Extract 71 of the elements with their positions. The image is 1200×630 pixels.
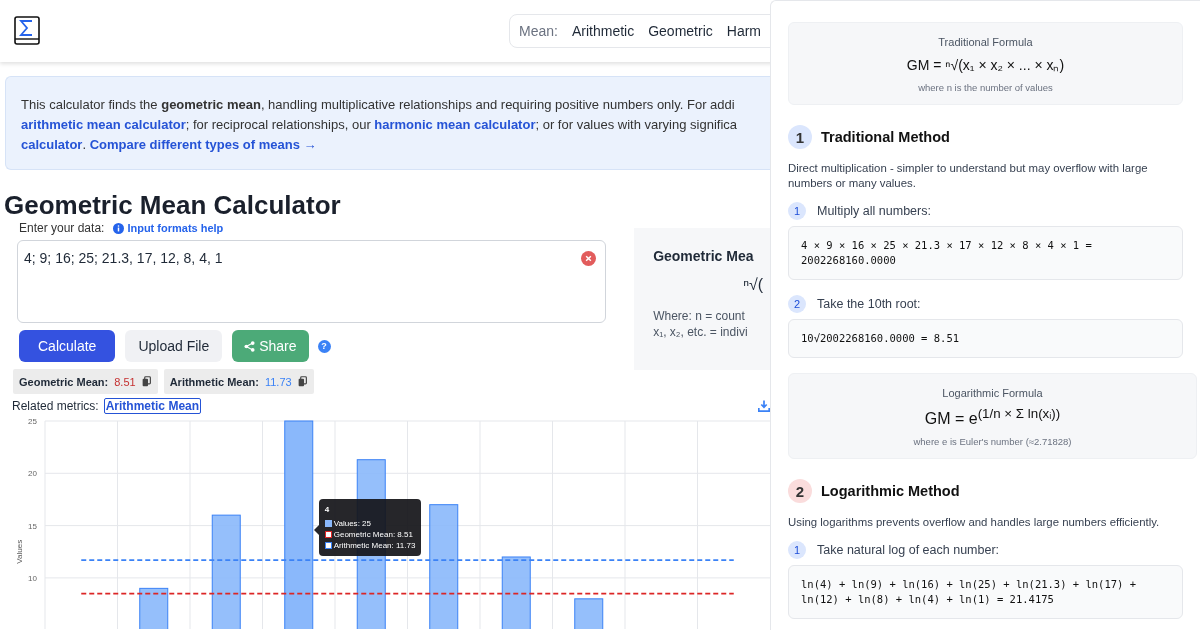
axis-tick-label: 25: [28, 417, 37, 426]
formula-text: ⁿ√(: [743, 276, 765, 294]
tooltip-value: : 11.73: [391, 540, 416, 551]
related-label: Related metrics:: [12, 399, 99, 413]
nav-link[interactable]: Geometric: [648, 23, 713, 39]
tooltip-series-name: Geometric Mean: [333, 529, 393, 540]
tooltip-series-name: Arithmetic Mean: [333, 540, 392, 551]
upload-button[interactable]: Upload File: [125, 330, 223, 362]
formula-title: Traditional Formula: [937, 36, 1034, 48]
bar[interactable]: [139, 587, 169, 629]
bar[interactable]: [211, 514, 241, 629]
method-number: 1: [788, 125, 812, 149]
formula-note: Where: n = count: [653, 308, 746, 324]
result-chip: Geometric Mean: 8.51: [13, 369, 158, 394]
metric-link[interactable]: Arithmetic Mean: [103, 398, 202, 414]
calculate-button[interactable]: Calculate: [19, 330, 116, 362]
step-number: 1: [788, 541, 806, 560]
axis-tick-label: 15: [28, 521, 37, 531]
input-label: Enter your data:: [19, 221, 105, 235]
page-title: Geometric Mean Calculator: [4, 190, 342, 220]
tooltip-title: 4: [324, 504, 331, 515]
download-icon[interactable]: [758, 400, 770, 412]
method-number: 2: [788, 479, 812, 504]
code-block: 4 × 9 × 16 × 25 × 21.3 × 17 × 12 × 8 × 4 × 1 = 2002268160.0000: [788, 226, 1183, 280]
copy-icon[interactable]: [141, 376, 151, 387]
help-icon[interactable]: ?: [317, 339, 331, 353]
axis-tick-label: 10: [28, 573, 37, 583]
intro-text: This calculator finds the geometric mean, handling multiplicative relationships and requiring positive numbers only. For addi arithmetic mean calculator; for reciprocal relationships, our harmonic mean calculator; or for values with varying significa calculator. Compare different types of means →: [21, 96, 739, 154]
step-title: Take natural log of each number:: [817, 543, 1000, 558]
formula-text: GM = ⁿ√(x₁ × x₂ × ... × xₙ): [905, 56, 1066, 74]
code-block: 10√2002268160.0000 = 8.51: [788, 319, 1183, 358]
text-link[interactable]: arithmetic mean calculator: [21, 117, 186, 132]
step-number: 2: [788, 295, 806, 313]
method-title: Traditional Method: [821, 129, 950, 145]
share-icon: [244, 340, 256, 352]
tooltip-series-name: Values: [333, 518, 358, 529]
bar[interactable]: [284, 420, 314, 629]
copy-icon[interactable]: [297, 376, 307, 387]
code-block: ln(4) + ln(9) + ln(16) + ln(25) + ln(21.3) + ln(17) + ln(12) + ln(8) + ln(4) + ln(1) = 21.4175: [788, 565, 1183, 620]
step-title: Multiply all numbers:: [817, 204, 931, 218]
data-input-field[interactable]: 4; 9; 16; 25; 21.3, 17, 12, 8, 4, 1: [17, 240, 607, 323]
formula-note: where n is the number of values: [917, 82, 1054, 93]
step-number: 1: [788, 202, 806, 220]
info-icon: [113, 222, 125, 234]
bar[interactable]: [429, 504, 459, 629]
step-title: Take the 10th root:: [817, 297, 921, 311]
nav-link[interactable]: Arithmetic: [571, 23, 635, 39]
clear-icon[interactable]: [581, 251, 597, 266]
formula-text: GM = e$^{(1/n × Σ ln(xᵢ))}$: [923, 406, 1062, 429]
tooltip-value: : 8.51: [392, 529, 413, 540]
card-title: Geometric Mea: [653, 248, 755, 264]
result-value: 11.73: [264, 375, 292, 388]
result-chip: Arithmetic Mean: 11.73: [163, 369, 314, 394]
method-description: Direct multiplication - simpler to understand but may overflow with large numbers or many values.: [788, 161, 1149, 191]
nav-label: Mean:: [519, 23, 558, 39]
formula-note: x₁, x₂, etc. = indivi: [653, 324, 749, 340]
method-title: Logarithmic Method: [821, 483, 960, 500]
axis-title: Values: [15, 539, 24, 564]
nav-link[interactable]: Harm: [726, 23, 761, 39]
logo-icon[interactable]: [14, 16, 40, 46]
bar[interactable]: [574, 598, 604, 629]
text-link[interactable]: calculator: [21, 137, 83, 152]
help-link[interactable]: Input formats help: [113, 222, 224, 234]
method-description: Using logarithms prevents overflow and handles large numbers efficiently.: [788, 515, 1161, 531]
bar[interactable]: [501, 556, 531, 629]
axis-tick-label: 20: [28, 469, 37, 479]
formula-title: Logarithmic Formula: [941, 387, 1044, 399]
text-link[interactable]: Compare different types of means →: [89, 137, 317, 152]
tooltip-value: : 25: [357, 518, 371, 529]
formula-note: where e is Euler's number (≈2.71828): [912, 436, 1073, 448]
result-value: 8.51: [114, 375, 136, 388]
